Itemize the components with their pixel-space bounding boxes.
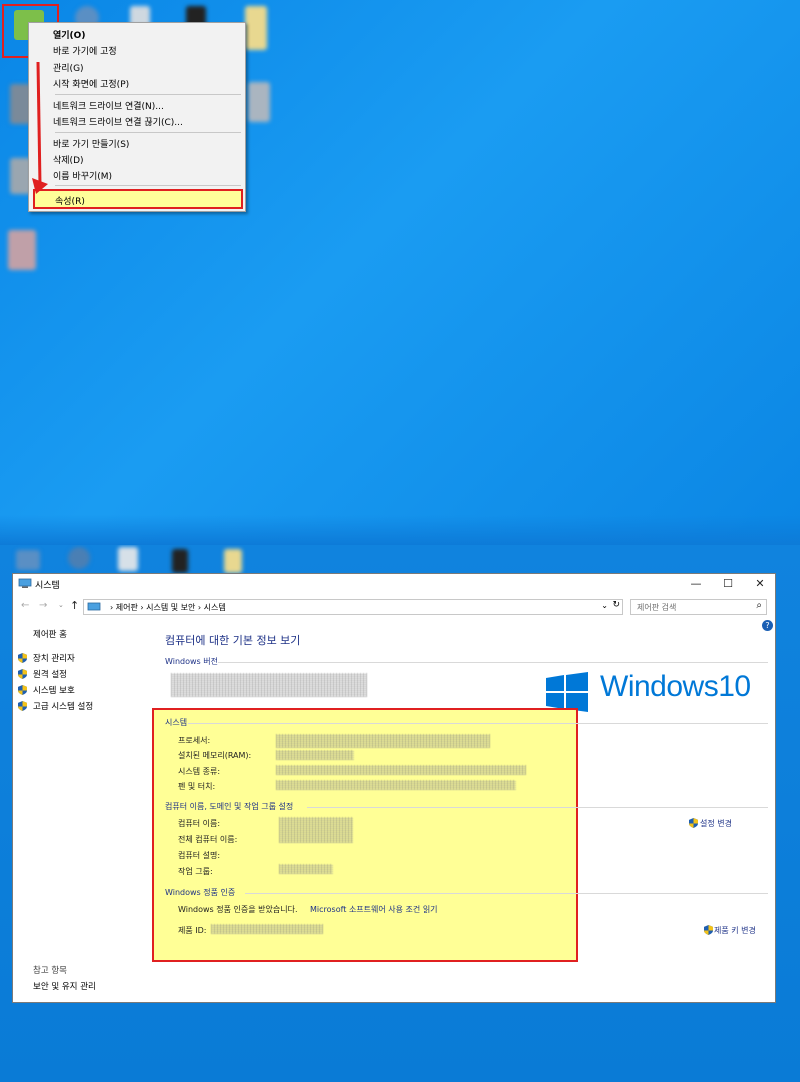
back-arrow-icon[interactable]: ←: [21, 600, 29, 611]
computer-name-redacted: [279, 817, 353, 843]
network-icon[interactable]: [68, 547, 90, 569]
product-id-redacted: [211, 924, 323, 934]
sidebar-item-system-protection[interactable]: 시스템 보호: [33, 684, 75, 696]
windows-logo-text: Windows10: [600, 670, 751, 703]
desktop-panel-1: 열기(O) 바로 가기에 고정 관리(G) 시작 화면에 고정(P) 네트워크 …: [0, 0, 800, 545]
pen-touch-redacted: [276, 780, 516, 790]
sidebar-item-advanced-settings[interactable]: 고급 시스템 설정: [33, 700, 93, 712]
recycle-bin-icon[interactable]: [118, 547, 138, 571]
title-bar: 시스템 — ☐ ✕: [13, 574, 775, 594]
ram-label: 설치된 메모리(RAM):: [178, 751, 252, 760]
processor-redacted: [276, 734, 490, 748]
address-bar[interactable]: › 제어판 › 시스템 및 보안 › 시스템 ⌄ ↻: [83, 599, 623, 615]
page-title: 컴퓨터에 대한 기본 정보 보기: [165, 634, 301, 647]
computer-icon: [18, 578, 32, 588]
workgroup-redacted: [279, 864, 333, 874]
this-pc-icon[interactable]: [16, 550, 40, 570]
breadcrumb[interactable]: › 제어판 › 시스템 및 보안 › 시스템: [110, 602, 226, 613]
dropdown-icon[interactable]: ⌄: [58, 601, 64, 609]
shield-icon: [18, 701, 27, 711]
minimize-button[interactable]: —: [681, 576, 711, 592]
search-icon[interactable]: ⌕: [756, 600, 762, 611]
edition-redacted: [171, 673, 367, 697]
shield-icon: [18, 685, 27, 695]
control-panel-icon: [87, 602, 101, 611]
system-window: 시스템 — ☐ ✕ ← → ⌄ ↑ › 제어판 › 시스템 및 보안 › 시스템…: [12, 573, 776, 1003]
section-divider: [218, 662, 768, 663]
section-divider: [245, 893, 768, 894]
maximize-button[interactable]: ☐: [713, 576, 743, 592]
sidebar-home[interactable]: 제어판 홈: [33, 628, 67, 640]
ram-redacted: [276, 750, 354, 760]
close-button[interactable]: ✕: [745, 576, 775, 592]
activation-status: Windows 정품 인증을 받았습니다.: [178, 905, 298, 914]
menu-separator: [55, 185, 241, 186]
pen-touch-label: 펜 및 터치:: [178, 782, 216, 791]
activation-section: Windows 정품 인증: [165, 888, 236, 897]
sidebar-item-remote-settings[interactable]: 원격 설정: [33, 668, 67, 680]
sidebar-item-device-manager[interactable]: 장치 관리자: [33, 652, 75, 664]
windows-logo-icon: [546, 672, 588, 712]
processor-label: 프로세서:: [178, 736, 211, 745]
file-icon[interactable]: [224, 549, 242, 573]
menu-separator: [55, 94, 241, 95]
address-dropdown-icon[interactable]: ⌄: [601, 601, 608, 610]
system-type-label: 시스템 종류:: [178, 767, 221, 776]
system-type-redacted: [276, 765, 526, 775]
refresh-icon[interactable]: ↻: [612, 600, 620, 610]
up-arrow-icon[interactable]: ↑: [70, 599, 79, 612]
desktop-item-icon[interactable]: [248, 82, 270, 122]
shield-icon: [18, 653, 27, 663]
file-icon[interactable]: [245, 6, 267, 50]
license-terms-link[interactable]: Microsoft 소프트웨어 사용 조건 읽기: [310, 904, 438, 915]
search-input[interactable]: 제어판 검색 ⌕: [630, 599, 767, 615]
computer-name-section: 컴퓨터 이름, 도메인 및 작업 그룹 설정: [165, 802, 294, 811]
security-maintenance-link[interactable]: 보안 및 유지 관리: [33, 980, 96, 992]
workgroup-label: 작업 그룹:: [178, 867, 213, 876]
computer-name-label: 컴퓨터 이름:: [178, 819, 221, 828]
see-also-title: 참고 항목: [33, 966, 67, 976]
red-arrow-icon: [32, 61, 48, 194]
windows-edition-section: Windows 버전: [165, 657, 218, 666]
desktop-item-icon[interactable]: [8, 230, 36, 270]
desktop-panel-2: 시스템 — ☐ ✕ ← → ⌄ ↑ › 제어판 › 시스템 및 보안 › 시스템…: [0, 545, 800, 1082]
section-divider: [188, 723, 768, 724]
full-computer-name-label: 전체 컴퓨터 이름:: [178, 835, 238, 844]
system-section: 시스템: [165, 718, 188, 727]
shield-icon: [689, 818, 698, 828]
product-id-label: 제품 ID:: [178, 926, 207, 935]
forward-arrow-icon[interactable]: →: [39, 600, 47, 611]
shield-icon: [704, 925, 713, 935]
shortcut-icon[interactable]: [172, 549, 188, 573]
computer-description-label: 컴퓨터 설명:: [178, 851, 221, 860]
section-divider: [307, 807, 768, 808]
search-placeholder: 제어판 검색: [637, 603, 677, 612]
change-product-key-link[interactable]: 제품 키 변경: [714, 925, 756, 936]
shield-icon: [18, 669, 27, 679]
menu-separator: [55, 132, 241, 133]
change-settings-link[interactable]: 설정 변경: [700, 818, 732, 829]
help-icon[interactable]: ?: [762, 620, 773, 631]
window-title: 시스템: [35, 581, 60, 591]
